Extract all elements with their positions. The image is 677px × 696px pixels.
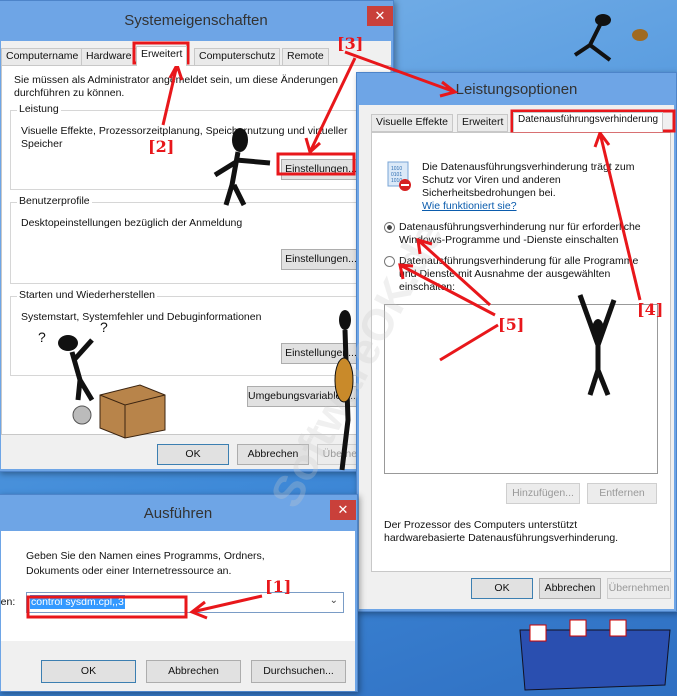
help-link[interactable]: Wie funktioniert sie? xyxy=(422,200,517,212)
annotation-label-4: [4] xyxy=(637,300,664,319)
performance-desc: Visuelle Effekte, Prozessorzeitplanung, … xyxy=(21,125,348,137)
browse-button[interactable]: Durchsuchen... xyxy=(251,660,346,683)
annotation-label-5: [5] xyxy=(498,315,525,334)
tab-computername[interactable]: Computername xyxy=(1,48,84,66)
annotation-label-1: [1] xyxy=(265,577,292,596)
open-input[interactable]: control sysdm.cpl,,3 ⌄ xyxy=(26,592,344,613)
close-button[interactable]: ✕ xyxy=(367,6,393,26)
remove-button[interactable]: Entfernen xyxy=(587,483,657,504)
ok-button[interactable]: OK xyxy=(157,444,229,465)
tab-dep[interactable]: Datenausführungsverhinderung xyxy=(513,112,664,132)
tab-computerschutz[interactable]: Computerschutz xyxy=(194,48,281,66)
dialog-body: Geben Sie den Namen eines Programms, Ord… xyxy=(0,531,355,641)
jumping-figure-icon xyxy=(573,14,648,62)
apply-button[interactable]: Übernehmen xyxy=(607,578,671,599)
admin-note-2: durchführen zu können. xyxy=(14,87,125,99)
tab-advanced[interactable]: Erweitert xyxy=(457,114,509,132)
button-bar: OK Abbrechen Durchsuchen... xyxy=(1,641,355,691)
user-profiles-desc: Desktopeinstellungen bezüglich der Anmel… xyxy=(21,217,243,229)
dialog-body: Visuelle Effekte Erweitert Datenausführu… xyxy=(359,105,674,609)
annotation-label-3: [3] xyxy=(337,34,364,53)
performance-settings-button[interactable]: Einstellungen... xyxy=(281,159,361,180)
performance-desc-2: Speicher xyxy=(21,138,63,150)
close-button[interactable]: ✕ xyxy=(330,500,356,520)
run-prompt-2: Dokuments oder einer Internetressource a… xyxy=(26,565,232,577)
window-title: Systemeigenschaften xyxy=(124,12,268,29)
group-legend: Benutzerprofile xyxy=(17,195,92,207)
open-label: Öffnen: xyxy=(0,596,16,608)
tab-panel: 1010 0101 1010 Die Datenausführungsverhind… xyxy=(371,132,671,572)
run-dialog: Ausführen ✕ Geben Sie den Namen eines Pr… xyxy=(0,494,358,692)
radio-button-selected[interactable] xyxy=(384,222,395,233)
user-profiles-settings-button[interactable]: Einstellungen... xyxy=(281,249,361,270)
window-title: Leistungsoptionen xyxy=(455,81,578,98)
startup-desc: Systemstart, Systemfehler und Debuginfor… xyxy=(21,311,262,323)
cancel-button[interactable]: Abbrechen xyxy=(146,660,241,683)
tab-remote[interactable]: Remote xyxy=(282,48,329,66)
performance-group: Leistung Visuelle Effekte, Prozessorzeit… xyxy=(10,103,388,190)
run-prompt: Geben Sie den Namen eines Programms, Ord… xyxy=(26,550,265,562)
group-legend: Leistung xyxy=(17,103,61,115)
cpu-note-2: Datenausführungsverhinderung. xyxy=(468,532,619,544)
tab-erweitert[interactable]: Erweitert xyxy=(136,46,188,66)
input-selected-text: control sysdm.cpl,,3 xyxy=(30,595,125,609)
chevron-down-icon[interactable]: ⌄ xyxy=(330,595,338,606)
dep-icon: 101001011010 xyxy=(387,161,411,191)
cpu-note-block: Der Prozessor des Computers unterstützt … xyxy=(384,519,658,545)
list-buttons: Hinzufügen... Entfernen xyxy=(384,483,658,513)
ok-button[interactable]: OK xyxy=(41,660,136,683)
group-legend: Starten und Wiederherstellen xyxy=(17,289,157,301)
tab-hardware[interactable]: Hardware xyxy=(81,48,137,66)
dep-intro-block: 1010 0101 1010 Die Datenausführungsverhind… xyxy=(384,161,658,213)
ok-button[interactable]: OK xyxy=(471,578,533,599)
admin-note: Sie müssen als Administrator angemeldet … xyxy=(14,74,338,86)
cancel-button[interactable]: Abbrechen xyxy=(539,578,601,599)
add-button[interactable]: Hinzufügen... xyxy=(506,483,580,504)
tab-visual-effects[interactable]: Visuelle Effekte xyxy=(371,114,453,132)
judges-table-icon xyxy=(519,619,671,691)
annotation-label-2: [2] xyxy=(148,137,175,156)
performance-options-window: Leistungsoptionen Visuelle Effekte Erwei… xyxy=(356,72,677,612)
user-profiles-group: Benutzerprofile Desktopeinstellungen bez… xyxy=(10,195,388,284)
dep-intro-text: Die Datenausführungsverhinderung trägt z… xyxy=(422,161,652,213)
